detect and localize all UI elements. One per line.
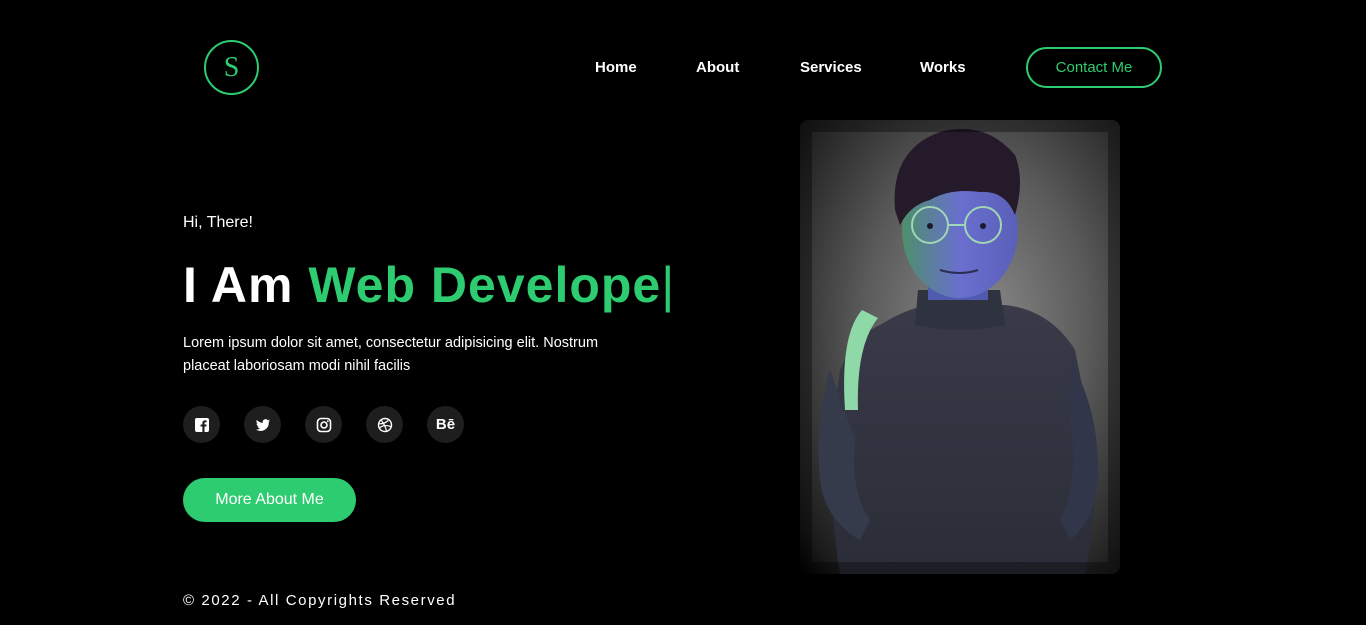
instagram-icon: [316, 417, 331, 432]
behance-icon: Bē: [435, 416, 456, 433]
nav-services[interactable]: Services: [800, 59, 862, 76]
copyright-text: © 2022 - All Copyrights Reserved: [183, 592, 457, 609]
intro-text: Lorem ipsum dolor sit amet, consectetur …: [183, 335, 599, 374]
contact-me-button[interactable]: Contact Me: [1026, 47, 1162, 88]
portrait-illustration: [800, 120, 1120, 574]
facebook-icon: [194, 417, 209, 432]
instagram-link[interactable]: [305, 406, 342, 443]
dribbble-icon: [377, 417, 392, 432]
dribbble-link[interactable]: [366, 406, 403, 443]
logo-letter: S: [223, 51, 240, 83]
twitter-link[interactable]: [244, 406, 281, 443]
nav-works[interactable]: Works: [920, 59, 966, 76]
twitter-icon: [255, 418, 270, 431]
logo[interactable]: S: [204, 40, 259, 95]
more-about-me-button[interactable]: More About Me: [183, 478, 356, 522]
page: S Home About Services Works Contact Me H…: [0, 0, 1366, 625]
nav-about[interactable]: About: [696, 59, 739, 76]
social-links: Bē: [183, 406, 464, 443]
headline-role: Web Develope: [308, 257, 662, 313]
greeting: Hi, There!: [183, 214, 253, 231]
profile-photo: [800, 120, 1120, 574]
behance-link[interactable]: Bē: [427, 406, 464, 443]
nav-home[interactable]: Home: [595, 59, 637, 76]
headline-prefix: I Am: [183, 257, 309, 313]
facebook-link[interactable]: [183, 406, 220, 443]
headline: I Am Web Develope|: [183, 256, 675, 314]
typing-cursor: |: [661, 257, 676, 313]
